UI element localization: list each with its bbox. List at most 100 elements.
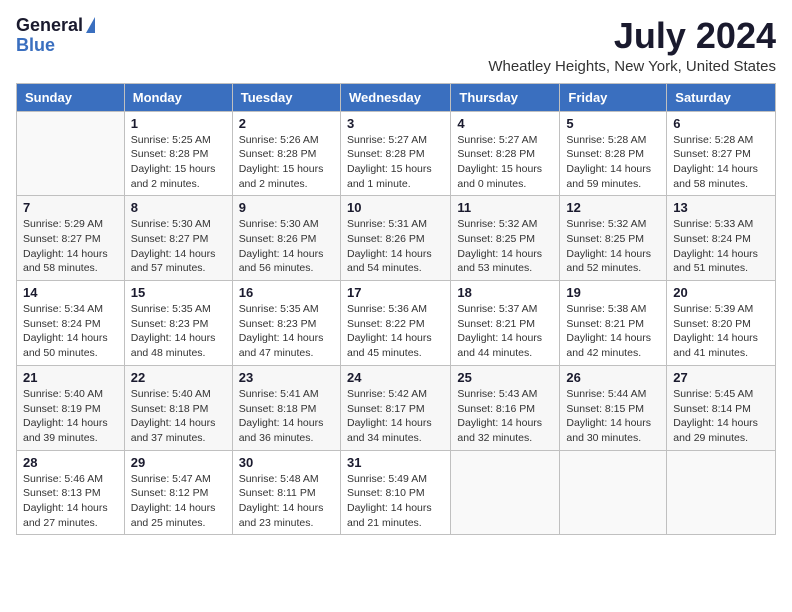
calendar-cell: 24 Sunrise: 5:42 AMSunset: 8:17 PMDayligh… bbox=[340, 365, 450, 450]
day-info: Sunrise: 5:35 AMSunset: 8:23 PMDaylight:… bbox=[239, 302, 334, 361]
day-number: 17 bbox=[347, 285, 444, 300]
weekday-header-tuesday: Tuesday bbox=[232, 83, 340, 111]
location-title: Wheatley Heights, New York, United State… bbox=[488, 58, 776, 75]
day-number: 4 bbox=[457, 116, 553, 131]
day-number: 7 bbox=[23, 200, 118, 215]
week-row-2: 7 Sunrise: 5:29 AMSunset: 8:27 PMDaylight… bbox=[17, 196, 776, 281]
weekday-header-monday: Monday bbox=[124, 83, 232, 111]
weekday-header-saturday: Saturday bbox=[667, 83, 776, 111]
day-number: 25 bbox=[457, 370, 553, 385]
day-info: Sunrise: 5:39 AMSunset: 8:20 PMDaylight:… bbox=[673, 302, 769, 361]
calendar-cell: 14 Sunrise: 5:34 AMSunset: 8:24 PMDayligh… bbox=[17, 281, 125, 366]
day-number: 31 bbox=[347, 455, 444, 470]
day-number: 12 bbox=[566, 200, 660, 215]
day-info: Sunrise: 5:30 AMSunset: 8:26 PMDaylight:… bbox=[239, 217, 334, 276]
day-info: Sunrise: 5:41 AMSunset: 8:18 PMDaylight:… bbox=[239, 387, 334, 446]
calendar-cell: 21 Sunrise: 5:40 AMSunset: 8:19 PMDayligh… bbox=[17, 365, 125, 450]
calendar-cell: 29Sunrise: 5:47 AMSunset: 8:12 PMDayligh… bbox=[124, 450, 232, 535]
day-info: Sunrise: 5:32 AMSunset: 8:25 PMDaylight:… bbox=[457, 217, 553, 276]
day-info: Sunrise: 5:47 AMSunset: 8:12 PMDaylight:… bbox=[131, 472, 226, 531]
logo-triangle-icon bbox=[86, 17, 95, 33]
weekday-header-friday: Friday bbox=[560, 83, 667, 111]
day-info: Sunrise: 5:33 AMSunset: 8:24 PMDaylight:… bbox=[673, 217, 769, 276]
day-info: Sunrise: 5:46 AMSunset: 8:13 PMDaylight:… bbox=[23, 472, 118, 531]
day-info: Sunrise: 5:27 AMSunset: 8:28 PMDaylight:… bbox=[457, 133, 553, 192]
day-info: Sunrise: 5:38 AMSunset: 8:21 PMDaylight:… bbox=[566, 302, 660, 361]
day-number: 20 bbox=[673, 285, 769, 300]
weekday-header-row: SundayMondayTuesdayWednesdayThursdayFrid… bbox=[17, 83, 776, 111]
calendar-cell: 7 Sunrise: 5:29 AMSunset: 8:27 PMDaylight… bbox=[17, 196, 125, 281]
day-info: Sunrise: 5:28 AMSunset: 8:27 PMDaylight:… bbox=[673, 133, 769, 192]
day-number: 28 bbox=[23, 455, 118, 470]
calendar-cell: 16 Sunrise: 5:35 AMSunset: 8:23 PMDayligh… bbox=[232, 281, 340, 366]
day-info: Sunrise: 5:28 AMSunset: 8:28 PMDaylight:… bbox=[566, 133, 660, 192]
weekday-header-sunday: Sunday bbox=[17, 83, 125, 111]
day-number: 16 bbox=[239, 285, 334, 300]
day-info: Sunrise: 5:35 AMSunset: 8:23 PMDaylight:… bbox=[131, 302, 226, 361]
day-info: Sunrise: 5:32 AMSunset: 8:25 PMDaylight:… bbox=[566, 217, 660, 276]
calendar-cell: 11Sunrise: 5:32 AMSunset: 8:25 PMDayligh… bbox=[451, 196, 560, 281]
day-info: Sunrise: 5:49 AMSunset: 8:10 PMDaylight:… bbox=[347, 472, 444, 531]
day-info: Sunrise: 5:44 AMSunset: 8:15 PMDaylight:… bbox=[566, 387, 660, 446]
calendar-cell: 17 Sunrise: 5:36 AMSunset: 8:22 PMDayligh… bbox=[340, 281, 450, 366]
day-info: Sunrise: 5:29 AMSunset: 8:27 PMDaylight:… bbox=[23, 217, 118, 276]
day-info: Sunrise: 5:36 AMSunset: 8:22 PMDaylight:… bbox=[347, 302, 444, 361]
logo-general: General bbox=[16, 16, 83, 36]
day-number: 5 bbox=[566, 116, 660, 131]
day-number: 26 bbox=[566, 370, 660, 385]
calendar-cell: 10 Sunrise: 5:31 AMSunset: 8:26 PMDayligh… bbox=[340, 196, 450, 281]
calendar-cell: 8 Sunrise: 5:30 AMSunset: 8:27 PMDaylight… bbox=[124, 196, 232, 281]
day-info: Sunrise: 5:31 AMSunset: 8:26 PMDaylight:… bbox=[347, 217, 444, 276]
calendar-cell: 5 Sunrise: 5:28 AMSunset: 8:28 PMDaylight… bbox=[560, 111, 667, 196]
calendar-cell: 31 Sunrise: 5:49 AMSunset: 8:10 PMDayligh… bbox=[340, 450, 450, 535]
calendar-cell: 30 Sunrise: 5:48 AMSunset: 8:11 PMDayligh… bbox=[232, 450, 340, 535]
calendar-cell: 9 Sunrise: 5:30 AMSunset: 8:26 PMDaylight… bbox=[232, 196, 340, 281]
day-number: 15 bbox=[131, 285, 226, 300]
week-row-3: 14 Sunrise: 5:34 AMSunset: 8:24 PMDayligh… bbox=[17, 281, 776, 366]
calendar-cell: 25Sunrise: 5:43 AMSunset: 8:16 PMDayligh… bbox=[451, 365, 560, 450]
logo: General Blue bbox=[16, 16, 95, 56]
calendar-cell bbox=[667, 450, 776, 535]
calendar-cell: 2Sunrise: 5:26 AMSunset: 8:28 PMDaylight… bbox=[232, 111, 340, 196]
calendar-cell: 22Sunrise: 5:40 AMSunset: 8:18 PMDayligh… bbox=[124, 365, 232, 450]
calendar-cell: 13 Sunrise: 5:33 AMSunset: 8:24 PMDayligh… bbox=[667, 196, 776, 281]
day-number: 9 bbox=[239, 200, 334, 215]
calendar-cell: 23 Sunrise: 5:41 AMSunset: 8:18 PMDayligh… bbox=[232, 365, 340, 450]
week-row-1: 1Sunrise: 5:25 AMSunset: 8:28 PMDaylight… bbox=[17, 111, 776, 196]
calendar-cell: 4 Sunrise: 5:27 AMSunset: 8:28 PMDaylight… bbox=[451, 111, 560, 196]
weekday-header-thursday: Thursday bbox=[451, 83, 560, 111]
month-title: July 2024 bbox=[488, 16, 776, 56]
day-number: 14 bbox=[23, 285, 118, 300]
calendar-cell: 6 Sunrise: 5:28 AMSunset: 8:27 PMDaylight… bbox=[667, 111, 776, 196]
calendar-cell bbox=[17, 111, 125, 196]
calendar-cell: 20 Sunrise: 5:39 AMSunset: 8:20 PMDayligh… bbox=[667, 281, 776, 366]
day-info: Sunrise: 5:42 AMSunset: 8:17 PMDaylight:… bbox=[347, 387, 444, 446]
day-info: Sunrise: 5:25 AMSunset: 8:28 PMDaylight:… bbox=[131, 133, 226, 192]
calendar-cell bbox=[451, 450, 560, 535]
day-number: 18 bbox=[457, 285, 553, 300]
day-info: Sunrise: 5:30 AMSunset: 8:27 PMDaylight:… bbox=[131, 217, 226, 276]
calendar-cell: 1Sunrise: 5:25 AMSunset: 8:28 PMDaylight… bbox=[124, 111, 232, 196]
week-row-5: 28 Sunrise: 5:46 AMSunset: 8:13 PMDayligh… bbox=[17, 450, 776, 535]
day-number: 6 bbox=[673, 116, 769, 131]
day-number: 23 bbox=[239, 370, 334, 385]
day-number: 8 bbox=[131, 200, 226, 215]
day-number: 2 bbox=[239, 116, 334, 131]
calendar-cell: 18Sunrise: 5:37 AMSunset: 8:21 PMDayligh… bbox=[451, 281, 560, 366]
calendar-cell: 26 Sunrise: 5:44 AMSunset: 8:15 PMDayligh… bbox=[560, 365, 667, 450]
day-number: 30 bbox=[239, 455, 334, 470]
day-info: Sunrise: 5:40 AMSunset: 8:19 PMDaylight:… bbox=[23, 387, 118, 446]
day-number: 24 bbox=[347, 370, 444, 385]
title-block: July 2024 Wheatley Heights, New York, Un… bbox=[488, 16, 776, 75]
calendar-cell: 27Sunrise: 5:45 AMSunset: 8:14 PMDayligh… bbox=[667, 365, 776, 450]
week-row-4: 21 Sunrise: 5:40 AMSunset: 8:19 PMDayligh… bbox=[17, 365, 776, 450]
calendar-cell: 19Sunrise: 5:38 AMSunset: 8:21 PMDayligh… bbox=[560, 281, 667, 366]
calendar-cell bbox=[560, 450, 667, 535]
day-info: Sunrise: 5:34 AMSunset: 8:24 PMDaylight:… bbox=[23, 302, 118, 361]
day-number: 10 bbox=[347, 200, 444, 215]
day-number: 27 bbox=[673, 370, 769, 385]
logo-blue: Blue bbox=[16, 36, 95, 56]
day-number: 21 bbox=[23, 370, 118, 385]
day-info: Sunrise: 5:48 AMSunset: 8:11 PMDaylight:… bbox=[239, 472, 334, 531]
day-number: 13 bbox=[673, 200, 769, 215]
